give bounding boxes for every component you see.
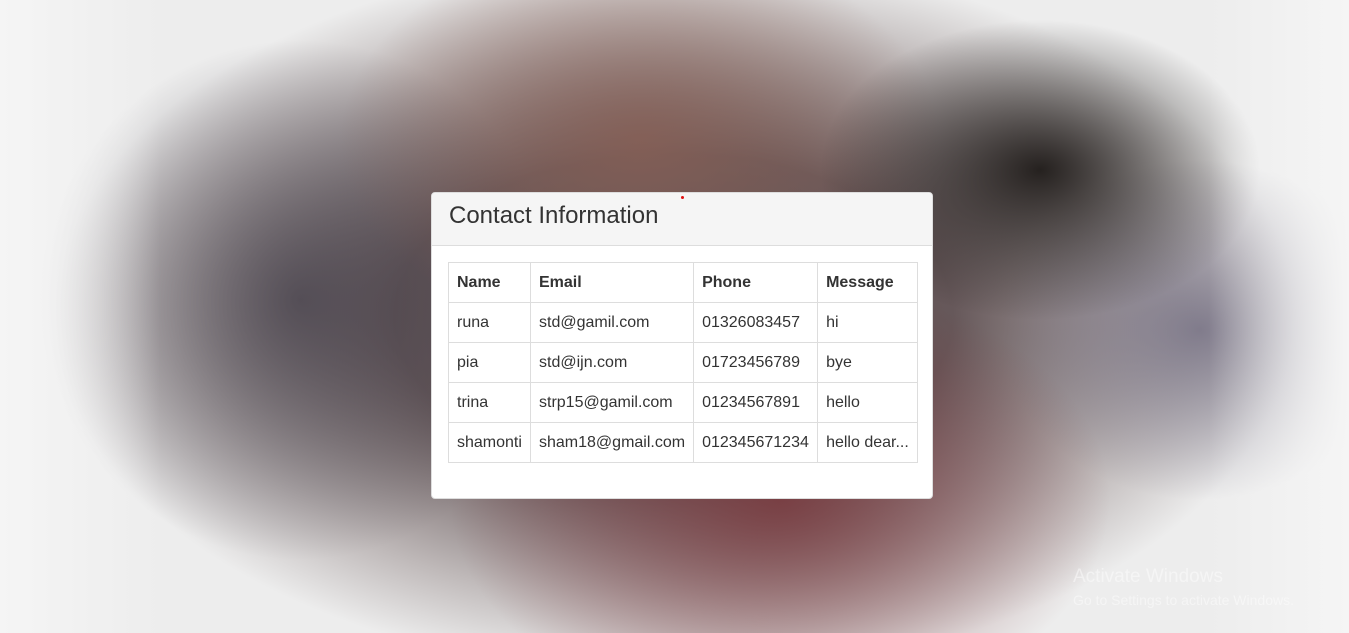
cell-message: hello: [817, 382, 918, 423]
red-dot-marker: [681, 196, 684, 199]
cell-name: runa: [448, 302, 531, 343]
cell-name: pia: [448, 342, 531, 383]
cell-phone: 012345671234: [693, 422, 819, 463]
cell-phone: 01234567891: [693, 382, 819, 423]
table-row: trina strp15@gamil.com 01234567891 hello: [448, 382, 918, 423]
contact-table: Name Email Phone Message runa std@gamil.…: [448, 262, 918, 463]
table-row: shamonti sham18@gmail.com 012345671234 h…: [448, 422, 918, 463]
cell-message: hello dear...: [817, 422, 918, 463]
cell-phone: 01326083457: [693, 302, 819, 343]
column-header-email: Email: [529, 262, 695, 303]
column-header-phone: Phone: [693, 262, 819, 303]
cell-email: std@ijn.com: [529, 342, 695, 383]
cell-email: std@gamil.com: [529, 302, 695, 343]
contact-panel: Contact Information Name Email Phone Mes…: [431, 192, 933, 499]
cell-email: sham18@gmail.com: [529, 422, 695, 463]
watermark-title: Activate Windows: [1073, 566, 1223, 587]
cell-name: trina: [448, 382, 531, 423]
panel-body: Name Email Phone Message runa std@gamil.…: [432, 246, 932, 463]
cell-message: bye: [817, 342, 918, 383]
watermark-subtitle: Go to Settings to activate Windows.: [1073, 592, 1294, 608]
column-header-name: Name: [448, 262, 531, 303]
table-row: runa std@gamil.com 01326083457 hi: [448, 302, 918, 343]
cell-message: hi: [817, 302, 918, 343]
table-row: pia std@ijn.com 01723456789 bye: [448, 342, 918, 383]
column-header-message: Message: [817, 262, 918, 303]
table-header-row: Name Email Phone Message: [448, 262, 918, 303]
cell-name: shamonti: [448, 422, 531, 463]
page-title: Contact Information: [449, 202, 659, 229]
cell-email: strp15@gamil.com: [529, 382, 695, 423]
activate-windows-watermark: Activate Windows Go to Settings to activ…: [1073, 566, 1294, 608]
panel-heading: Contact Information: [432, 193, 932, 246]
cell-phone: 01723456789: [693, 342, 819, 383]
